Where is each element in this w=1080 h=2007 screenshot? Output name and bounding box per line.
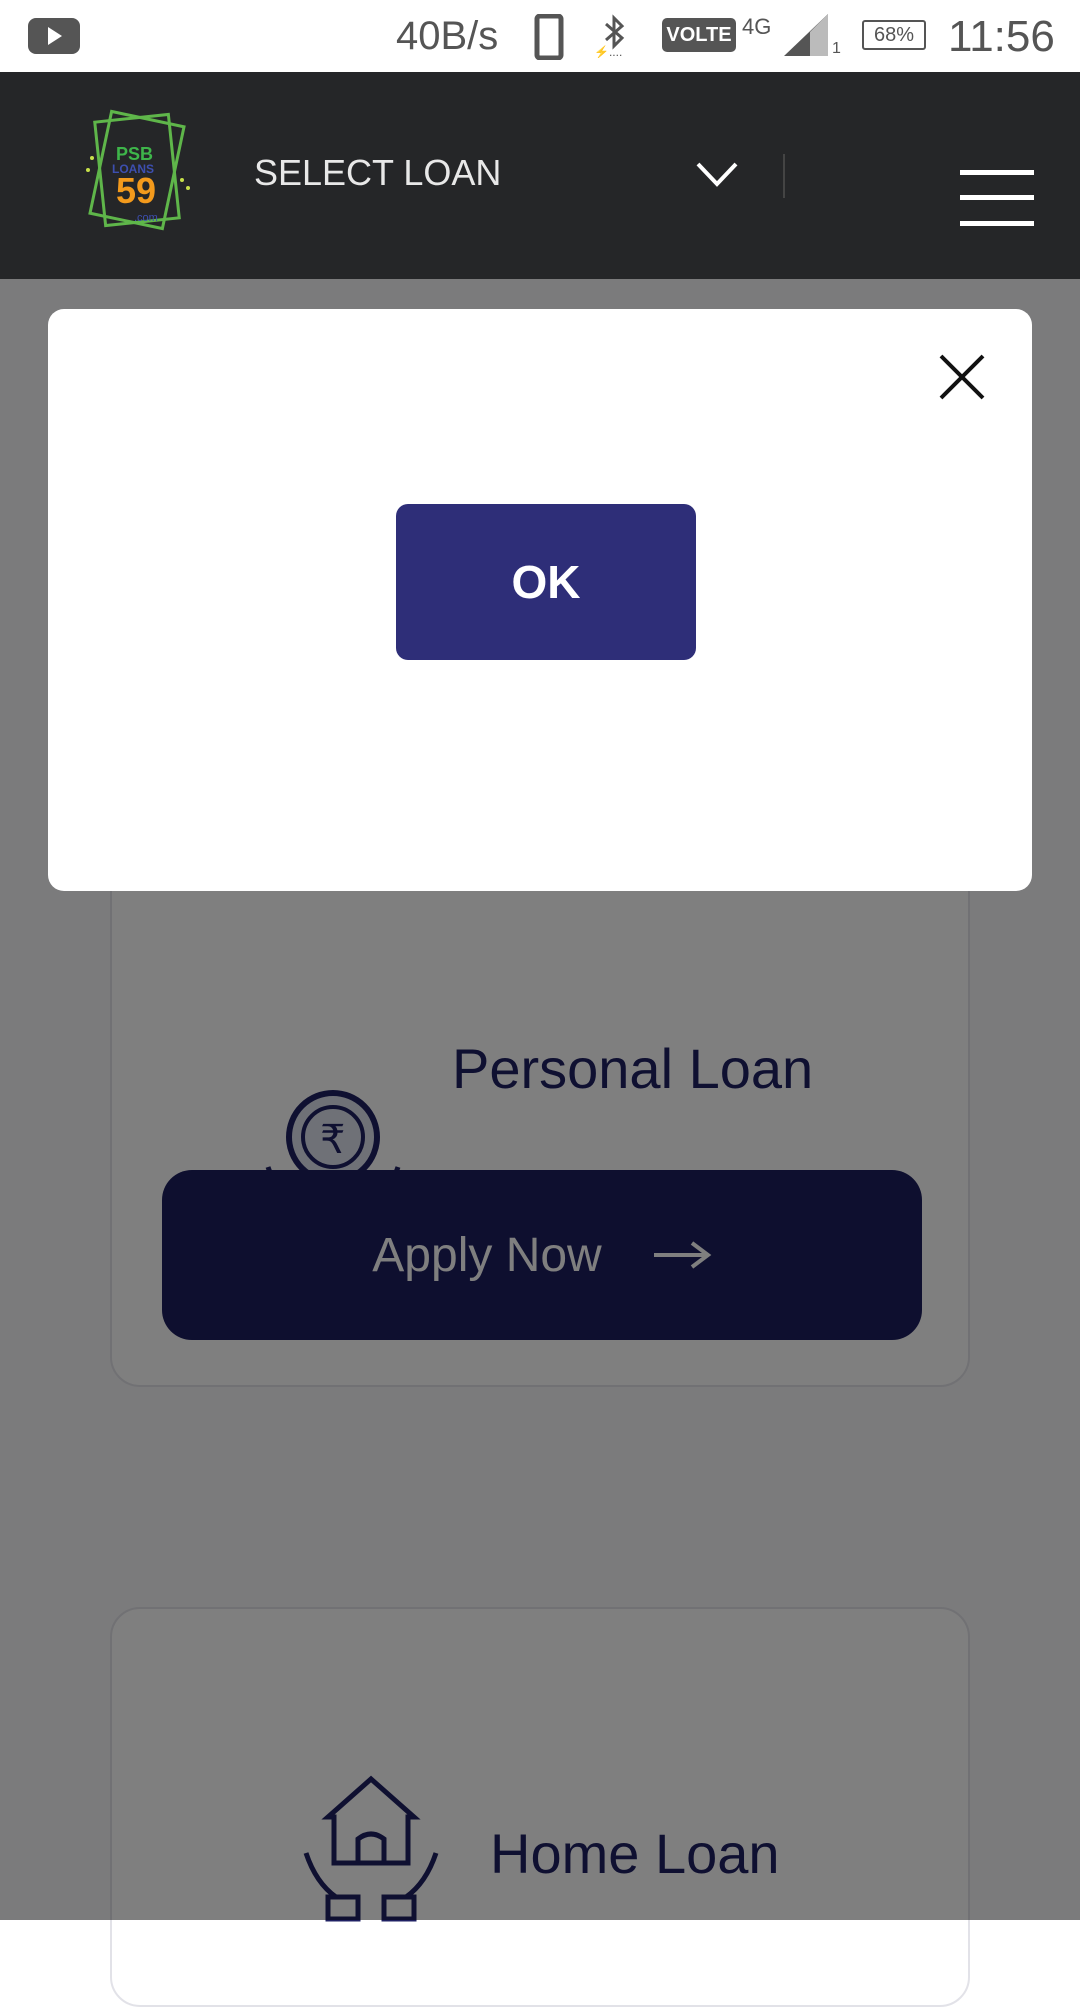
modal-dialog: OK [48, 309, 1032, 891]
youtube-icon [28, 18, 80, 54]
network-type: 4G [742, 14, 772, 39]
sim-slot: 1 [832, 40, 841, 57]
network-speed: 40B/s [396, 14, 499, 58]
close-icon[interactable] [938, 353, 986, 401]
brand-logo[interactable]: PSB LOANS 59 .com [82, 108, 194, 240]
select-loan-label[interactable]: SELECT LOAN [254, 152, 501, 194]
bluetooth-icon: ⚡.... [592, 12, 636, 63]
svg-text:⚡....: ⚡.... [594, 45, 622, 58]
header-divider [783, 154, 785, 198]
volte-icon: VOLTE [662, 18, 736, 52]
app-header: PSB LOANS 59 .com SELECT LOAN [0, 72, 1080, 279]
menu-icon[interactable] [960, 170, 1034, 226]
logo-suffix: .com [134, 212, 158, 224]
logo-number: 59 [116, 170, 157, 211]
battery-percent: 68% [873, 23, 915, 46]
ok-button[interactable]: OK [396, 504, 696, 660]
status-bar: 40B/s ⚡.... VOLTE 4G 1 68% 11:56 [0, 0, 1080, 72]
chevron-down-icon[interactable] [694, 158, 740, 197]
signal-icon [784, 14, 828, 61]
phone-icon [534, 13, 564, 65]
battery-icon: 68% [862, 20, 926, 50]
clock: 11:56 [948, 12, 1055, 61]
